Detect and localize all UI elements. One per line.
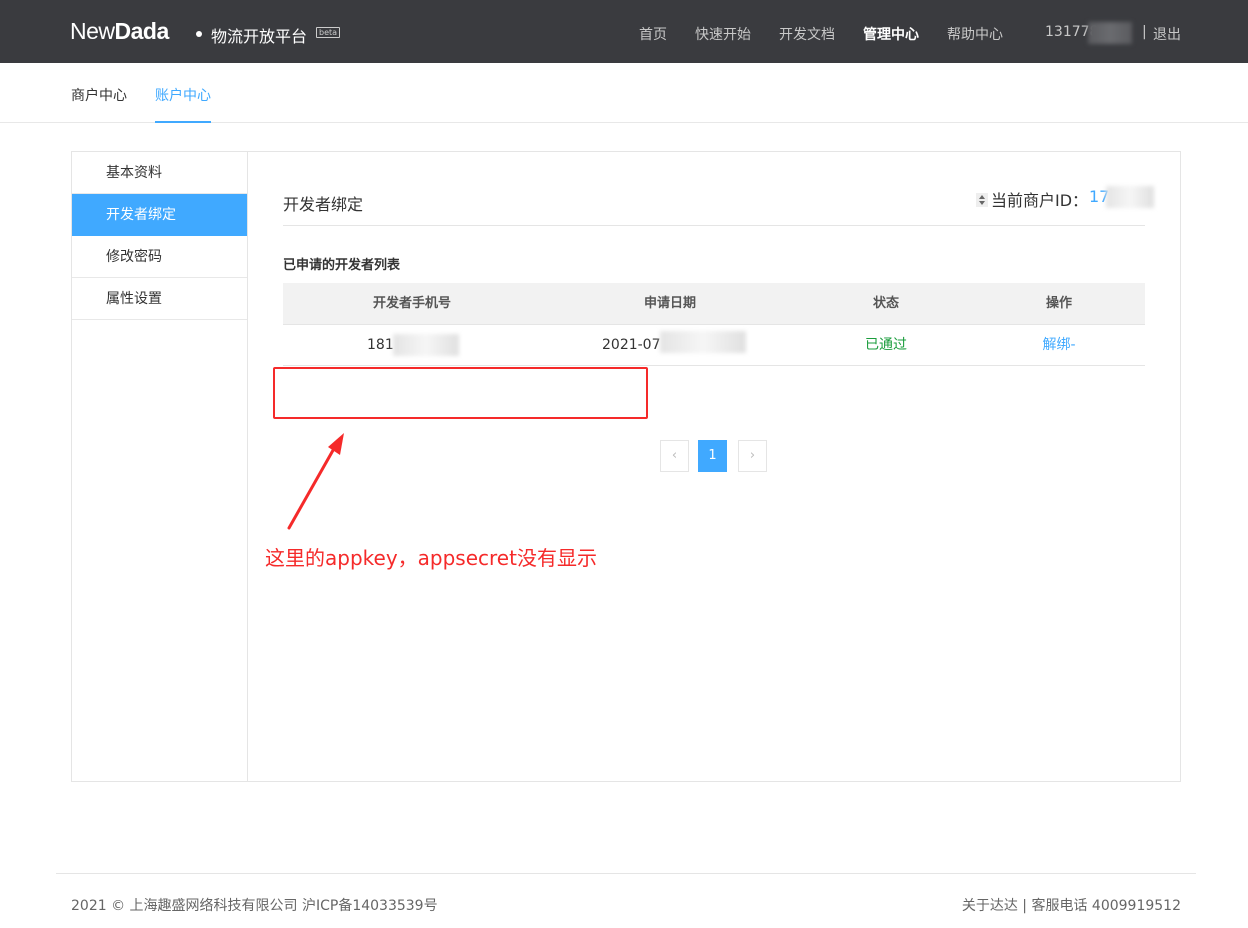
logout-link[interactable]: 退出 [1153, 24, 1181, 44]
col-status: 状态 [872, 296, 899, 311]
col-developer-phone: 开发者手机号 [372, 296, 451, 311]
main-panel: 基本资料 开发者绑定 修改密码 属性设置 [71, 151, 1181, 782]
tab-merchant-center[interactable]: 商户中心 [71, 85, 127, 105]
title-divider [283, 225, 1145, 226]
unbind-link[interactable]: 解绑- [973, 325, 1145, 366]
logo-new-text: New [70, 18, 115, 44]
newdada-logo[interactable]: NewDada [70, 18, 169, 45]
logout-separator: | [1142, 24, 1147, 40]
nav-help[interactable]: 帮助中心 [947, 24, 1003, 44]
logo-dada-text: Dada [114, 18, 170, 44]
page-1-button[interactable]: 1 [698, 440, 727, 472]
platform-name: 物流开放平台 [211, 27, 308, 46]
sort-arrows-icon[interactable] [976, 193, 988, 207]
footer-links: 关于达达 | 客服电话 4009919512 [962, 895, 1181, 915]
cell-status-passed: 已通过 [865, 337, 907, 353]
footer-divider [56, 873, 1196, 874]
next-page-button[interactable]: › [738, 440, 767, 472]
annotation-text: 这里的appkey，appsecret没有显示 [265, 546, 597, 570]
nav-quickstart[interactable]: 快速开始 [695, 24, 751, 44]
table-header: 开发者手机号 申请日期 状态 操作 [283, 283, 1145, 325]
annotation-arrow-icon [287, 433, 344, 530]
footer-separator: | [1022, 898, 1028, 914]
nav-management[interactable]: 管理中心 [863, 24, 919, 44]
footer-copyright: 2021 © 上海趣盛网络科技有限公司 沪ICP备14033539号 [71, 898, 438, 914]
redacted-phone-cell-blur [393, 334, 459, 356]
sidebar-item-change-password[interactable]: 修改密码 [72, 236, 247, 278]
beta-badge: beta [316, 27, 341, 38]
active-tab-indicator [155, 121, 211, 123]
developer-list-title: 已申请的开发者列表 [283, 258, 401, 273]
nav-docs[interactable]: 开发文档 [779, 24, 835, 44]
sidebar: 基本资料 开发者绑定 修改密码 属性设置 [72, 152, 248, 781]
footer-about-link[interactable]: 关于达达 [962, 898, 1018, 914]
sidebar-item-attribute-settings[interactable]: 属性设置 [72, 278, 247, 320]
redacted-phone-blur [1088, 22, 1132, 44]
footer-service-phone: 客服电话 4009919512 [1031, 898, 1181, 914]
tab-account-center[interactable]: 账户中心 [155, 85, 211, 105]
sidebar-item-basic-info[interactable]: 基本资料 [72, 152, 247, 194]
col-action: 操作 [1045, 296, 1072, 311]
redacted-merchant-blur [1106, 186, 1154, 208]
page-title: 开发者绑定 [283, 195, 364, 214]
redacted-date-cell-blur [660, 331, 746, 353]
nav-home[interactable]: 首页 [639, 24, 667, 44]
prev-page-button[interactable]: ‹ [660, 440, 689, 472]
top-navbar: NewDada 物流开放平台 beta 首页 快速开始 开发文档 管理中心 帮助… [0, 0, 1248, 63]
sub-navbar: 商户中心 账户中心 [0, 63, 1248, 123]
annotation-highlight-box [273, 367, 648, 419]
merchant-id-label: 当前商户ID： [991, 191, 1089, 210]
col-apply-date: 申请日期 [643, 296, 696, 311]
sidebar-item-developer-binding[interactable]: 开发者绑定 [72, 194, 247, 236]
logo-dot-icon [196, 31, 202, 37]
